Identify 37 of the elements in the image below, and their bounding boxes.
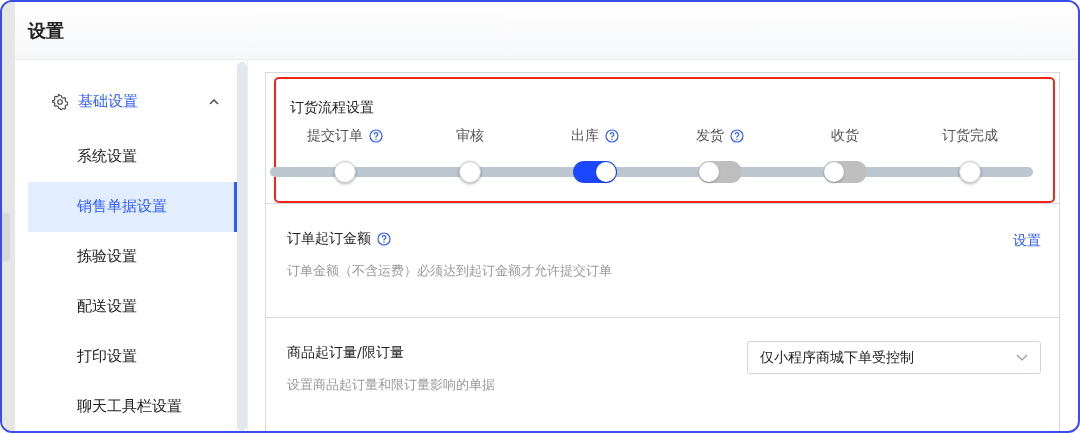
- setting-title: 商品起订量/限订量: [287, 344, 404, 362]
- setting-description: 设置商品起订量和限订量影响的单据: [287, 377, 495, 392]
- step-node: [458, 161, 481, 183]
- step-label: 审核: [455, 127, 484, 145]
- step-node: [959, 161, 982, 183]
- scrollbar[interactable]: [237, 62, 247, 431]
- help-icon[interactable]: [377, 232, 391, 246]
- step-label: 提交订单: [306, 127, 363, 145]
- step-label: 订货完成: [942, 127, 999, 145]
- toggle-switch[interactable]: [572, 161, 617, 183]
- setting-description: 订单金额（不含运费）必须达到起订金额才允许提交订单: [287, 263, 612, 278]
- settings-icon: [52, 93, 68, 110]
- help-icon[interactable]: [730, 129, 745, 143]
- window-title: 设置: [28, 18, 64, 43]
- nav-group[interactable]: 基础设置: [28, 72, 237, 132]
- settings-link[interactable]: 设置: [1013, 228, 1041, 254]
- help-icon[interactable]: [368, 129, 383, 143]
- select-value: 仅小程序商城下单受控制: [760, 348, 914, 367]
- section-title: 订货流程设置: [290, 99, 374, 115]
- caret-up-icon: [209, 98, 219, 105]
- select-field[interactable]: 仅小程序商城下单受控制: [747, 341, 1041, 374]
- step-node: [333, 161, 356, 183]
- chevron-down-icon: [1016, 353, 1028, 362]
- side-handle[interactable]: [2, 212, 10, 261]
- setting-title: 订单起订金额: [287, 230, 371, 248]
- toggle-switch[interactable]: [823, 161, 868, 183]
- nav-item[interactable]: 拣验设置: [28, 231, 237, 282]
- nav-item[interactable]: 系统设置: [28, 131, 237, 182]
- step-label: 发货: [696, 127, 725, 145]
- nav-item[interactable]: 打印设置: [28, 331, 237, 382]
- toggle-switch[interactable]: [698, 161, 743, 183]
- nav-item[interactable]: 配送设置: [28, 281, 237, 332]
- step-label: 收货: [831, 127, 860, 145]
- step-label: 出库: [570, 127, 599, 145]
- nav-item[interactable]: 聊天工具栏设置: [28, 381, 237, 431]
- help-icon[interactable]: [604, 129, 619, 143]
- nav-item[interactable]: 销售单据设置: [28, 181, 237, 232]
